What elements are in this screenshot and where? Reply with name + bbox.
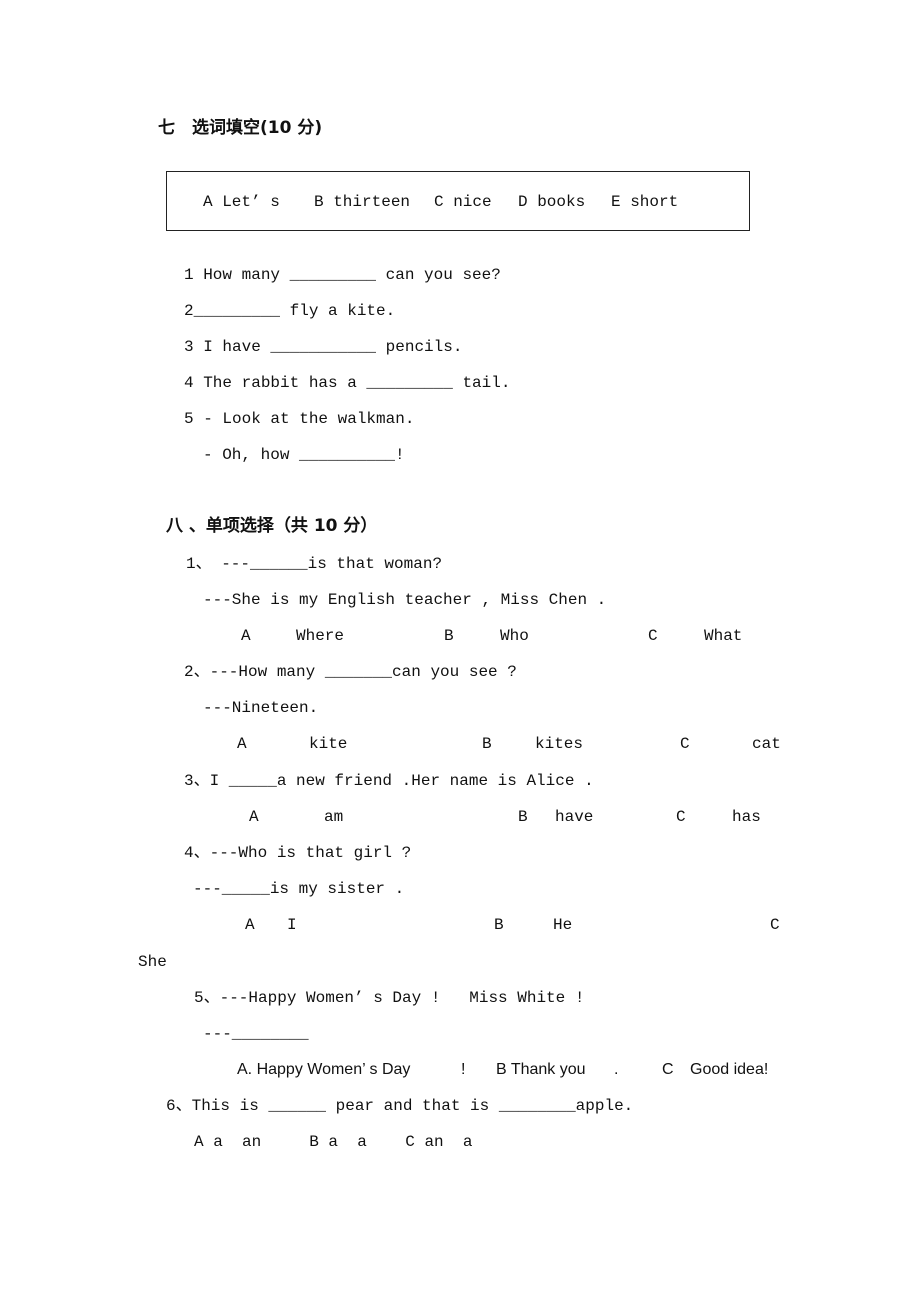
q2-option-c-text: cat — [752, 735, 781, 753]
q2-option-b-label: B — [482, 735, 492, 753]
q3-option-c-text: has — [732, 808, 761, 826]
q5-option-a-punct: ! — [461, 1061, 466, 1078]
q4-option-c-text: She — [138, 953, 167, 971]
q3-option-a-text: am — [324, 808, 344, 826]
fill-item-2: 2_________ fly a kite. — [184, 302, 396, 320]
question-1-answer-line: ---She is my English teacher , Miss Chen… — [203, 591, 607, 609]
q4-option-a-label: A — [245, 916, 255, 934]
question-2: 2、---How many _______can you see ? — [184, 663, 517, 681]
q4-option-b-text: He — [553, 916, 573, 934]
q1-option-c-text: What — [704, 627, 743, 645]
question-2-answer-line: ---Nineteen. — [203, 699, 319, 717]
q5-option-c-text: Good idea! — [690, 1061, 769, 1078]
q3-option-b-label: B — [518, 808, 528, 826]
question-4: 4、---Who is that girl ? — [184, 844, 412, 862]
q4-option-b-label: B — [494, 916, 504, 934]
q5-option-a-text: A. Happy Women’ s Day — [237, 1061, 411, 1078]
fill-item-5-reply: - Oh, how __________! — [203, 446, 405, 464]
question-5-answer-line: ---________ — [203, 1025, 309, 1043]
fill-item-3: 3 I have ___________ pencils. — [184, 338, 463, 356]
word-bank-option-c: C nice — [434, 193, 492, 211]
fill-item-4: 4 The rabbit has a _________ tail. — [184, 374, 511, 392]
question-4-answer-line: ---_____is my sister . — [193, 880, 405, 898]
word-bank-box: A Let’ s B thirteen C nice D books E sho… — [166, 171, 750, 231]
q4-option-a-text: I — [287, 916, 297, 934]
question-5: 5、---Happy Women’ s Day ! Miss White ! — [194, 989, 585, 1007]
q2-option-c-label: C — [680, 735, 690, 753]
q5-option-c-label: C — [662, 1061, 674, 1078]
q2-option-b-text: kites — [535, 735, 584, 753]
question-1: 1、 ---______is that woman? — [186, 555, 443, 573]
question-6: 6、This is ______ pear and that is ______… — [166, 1097, 634, 1115]
section-8-title: 八 、单项选择（共 10 分） — [166, 516, 378, 536]
q1-option-b-label: B — [444, 627, 454, 645]
section-7-title: 七 选词填空(10 分) — [158, 118, 323, 138]
q1-option-a-text: Where — [296, 627, 345, 645]
word-bank-option-a: A Let’ s — [203, 193, 280, 211]
q2-option-a-label: A — [237, 735, 247, 753]
q4-option-c-label: C — [770, 916, 780, 934]
word-bank-option-b: B thirteen — [314, 193, 411, 211]
q2-option-a-text: kite — [309, 735, 348, 753]
q1-option-b-text: Who — [500, 627, 529, 645]
q3-option-b-text: have — [555, 808, 594, 826]
question-3: 3、I _____a new friend .Her name is Alice… — [184, 772, 594, 790]
fill-item-1: 1 How many _________ can you see? — [184, 266, 501, 284]
q1-option-c-label: C — [648, 627, 658, 645]
word-bank-option-e: E short — [611, 193, 679, 211]
q3-option-c-label: C — [676, 808, 686, 826]
word-bank-option-d: D books — [518, 193, 586, 211]
q5-option-b-text: B Thank you — [496, 1061, 586, 1078]
q3-option-a-label: A — [249, 808, 259, 826]
q6-options: A a an B a a C an a — [194, 1133, 473, 1151]
q1-option-a-label: A — [241, 627, 251, 645]
q5-option-b-punct: . — [614, 1061, 619, 1078]
fill-item-5: 5 - Look at the walkman. — [184, 410, 415, 428]
